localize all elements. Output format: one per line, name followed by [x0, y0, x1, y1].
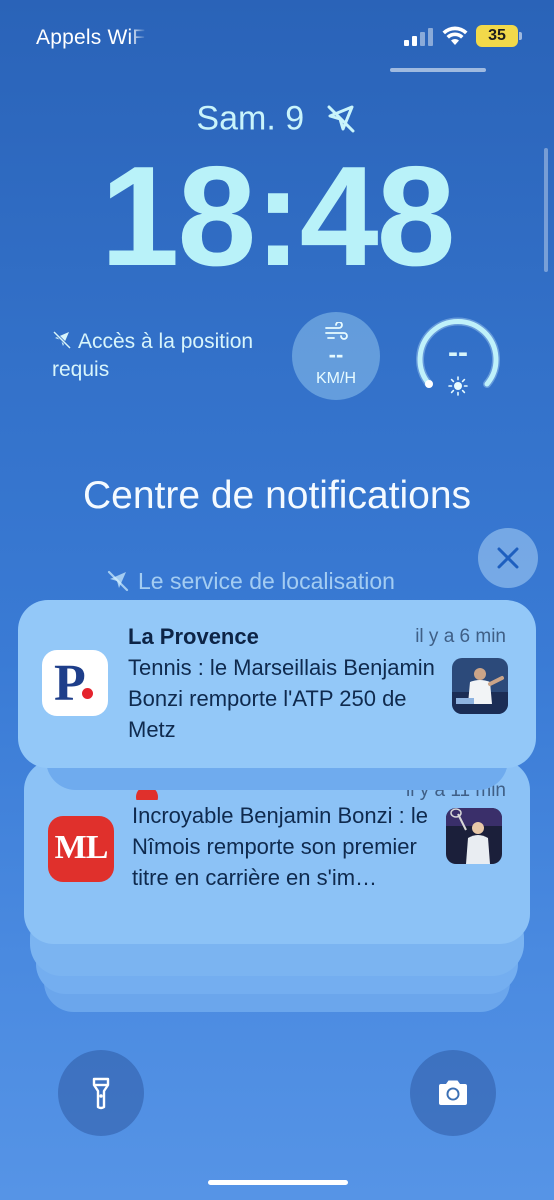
wind-icon [325, 322, 348, 340]
location-widget[interactable]: Accès à la position requis [52, 328, 272, 384]
carrier-label: Appels WiFi [36, 26, 146, 49]
notification-app-name: La Provence [128, 624, 259, 649]
notification-time: il y a 6 min [415, 626, 506, 647]
home-indicator[interactable] [208, 1180, 348, 1185]
app-icon-label: ML [54, 829, 109, 866]
wind-value: -- [328, 342, 344, 367]
tennis-photo-thumbnail [446, 808, 502, 864]
location-off-icon [52, 330, 72, 350]
date-label: Sam. 9 [196, 99, 305, 138]
flashlight-icon [92, 1077, 110, 1110]
location-service-notice[interactable]: Le service de localisation [106, 568, 466, 595]
flashlight-button[interactable] [58, 1050, 144, 1136]
notification-thumbnail [446, 808, 502, 864]
uv-value: -- [448, 336, 468, 369]
sun-icon [448, 376, 468, 396]
battery-indicator: 35 [476, 25, 522, 47]
uv-widget[interactable]: -- [412, 312, 504, 404]
wind-widget[interactable]: -- KM/H [292, 312, 380, 400]
laprovence-app-icon: P [42, 650, 108, 716]
close-icon [497, 547, 519, 569]
wifi-icon [442, 26, 468, 45]
notification-body: Tennis : le Marseillais Benjamin Bonzi r… [128, 655, 435, 742]
clear-notifications-button[interactable] [478, 528, 538, 588]
location-service-text: Le service de localisation [138, 568, 395, 594]
location-off-icon [107, 570, 129, 592]
lock-time[interactable]: 18:48 [0, 142, 554, 292]
lock-date[interactable]: Sam. 9 [0, 98, 554, 139]
notification-center-title: Centre de notifications [82, 474, 472, 517]
wind-unit: KM/H [316, 370, 356, 387]
cellular-signal-icon [404, 28, 433, 46]
notification-thumbnail [452, 658, 508, 714]
page-indicator [390, 68, 486, 72]
midilibre-app-icon: ML [48, 816, 114, 882]
notification-card-laprovence[interactable]: P La Provence il y a 6 min Tennis : le M… [18, 600, 536, 768]
location-message: Accès à la position requis [52, 330, 254, 381]
camera-button[interactable] [410, 1050, 496, 1136]
app-icon-label: P [54, 655, 86, 712]
location-off-icon [327, 105, 355, 133]
notification-body: Incroyable Benjamin Bonzi : le Nîmois re… [132, 803, 428, 890]
tennis-photo-thumbnail [452, 658, 508, 714]
camera-icon [439, 1080, 467, 1105]
